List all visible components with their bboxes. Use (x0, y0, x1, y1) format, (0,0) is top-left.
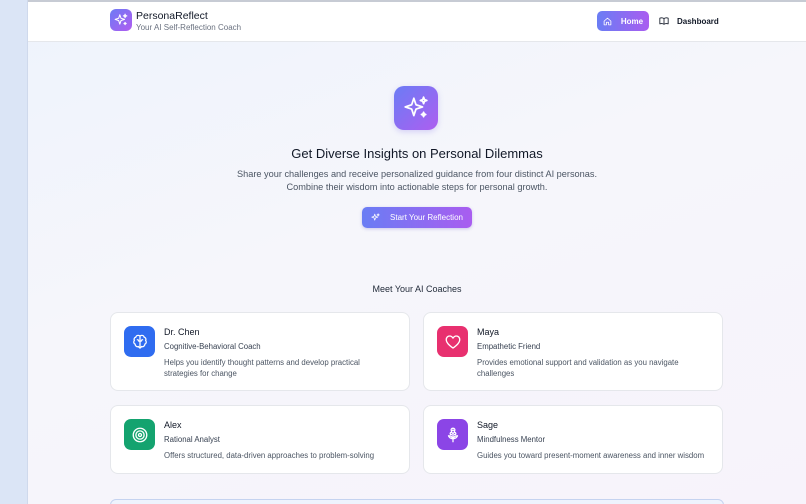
book-open-icon (659, 17, 669, 25)
heart-icon (445, 334, 460, 349)
nav-home-button[interactable]: Home (597, 11, 649, 31)
coach-role: Empathetic Friend (477, 342, 541, 351)
hero-icon-box (394, 86, 438, 130)
hero-subtitle: Share your challenges and receive person… (28, 168, 806, 194)
left-sidebar-strip (0, 0, 28, 504)
coach-name: Alex (164, 420, 182, 430)
coach-icon-box (437, 326, 468, 357)
bottom-info-panel (110, 499, 724, 504)
nav-dashboard-button[interactable]: Dashboard (659, 11, 719, 31)
coach-description: Guides you toward present-moment awarene… (477, 451, 705, 460)
coach-icon-box (437, 419, 468, 450)
coach-name: Dr. Chen (164, 327, 200, 337)
sparkles-icon (371, 213, 380, 221)
target-icon (132, 427, 147, 442)
coach-name: Sage (477, 420, 499, 430)
coach-name: Maya (477, 327, 500, 337)
flower-icon (447, 427, 458, 442)
coach-icon-box (124, 326, 155, 357)
coach-role: Mindfulness Mentor (477, 435, 546, 444)
coach-card-sage[interactable]: Sage Mindfulness Mentor Guides you towar… (423, 405, 723, 474)
sparkles-icon (404, 96, 428, 118)
hero-subtitle-line-1: Share your challenges and receive person… (236, 169, 598, 179)
coach-icon-box (124, 419, 155, 450)
coach-description: Provides emotional support and validatio… (477, 358, 679, 378)
start-reflection-label: Start Your Reflection (390, 213, 463, 222)
home-icon (603, 17, 612, 25)
app-root: PersonaReflect Your AI Self-Reflection C… (28, 2, 806, 504)
sparkles-icon (114, 13, 128, 26)
coach-description: Helps you identify thought patterns and … (164, 358, 360, 378)
nav-dashboard-label: Dashboard (677, 16, 719, 26)
start-reflection-button[interactable]: Start Your Reflection (362, 207, 472, 228)
hero-title: Get Diverse Insights on Personal Dilemma… (291, 146, 543, 161)
brand-tagline: Your AI Self-Reflection Coach (136, 23, 242, 32)
coach-description: Offers structured, data-driven approache… (164, 451, 375, 460)
top-header: PersonaReflect Your AI Self-Reflection C… (28, 2, 806, 42)
hero-subtitle-line-2: Combine their wisdom into actionable ste… (286, 182, 548, 192)
nav-home-label: Home (620, 16, 644, 26)
coach-card-dr-chen[interactable]: Dr. Chen Cognitive-Behavioral Coach Help… (110, 312, 410, 391)
brain-icon (132, 334, 147, 349)
coach-role: Rational Analyst (164, 435, 220, 444)
brand-name: PersonaReflect (136, 10, 208, 22)
coach-role: Cognitive-Behavioral Coach (164, 342, 261, 351)
coaches-section-title: Meet Your AI Coaches (372, 284, 462, 294)
coach-card-alex[interactable]: Alex Rational Analyst Offers structured,… (110, 405, 410, 474)
logo[interactable] (110, 9, 132, 31)
coach-card-maya[interactable]: Maya Empathetic Friend Provides emotiona… (423, 312, 723, 391)
